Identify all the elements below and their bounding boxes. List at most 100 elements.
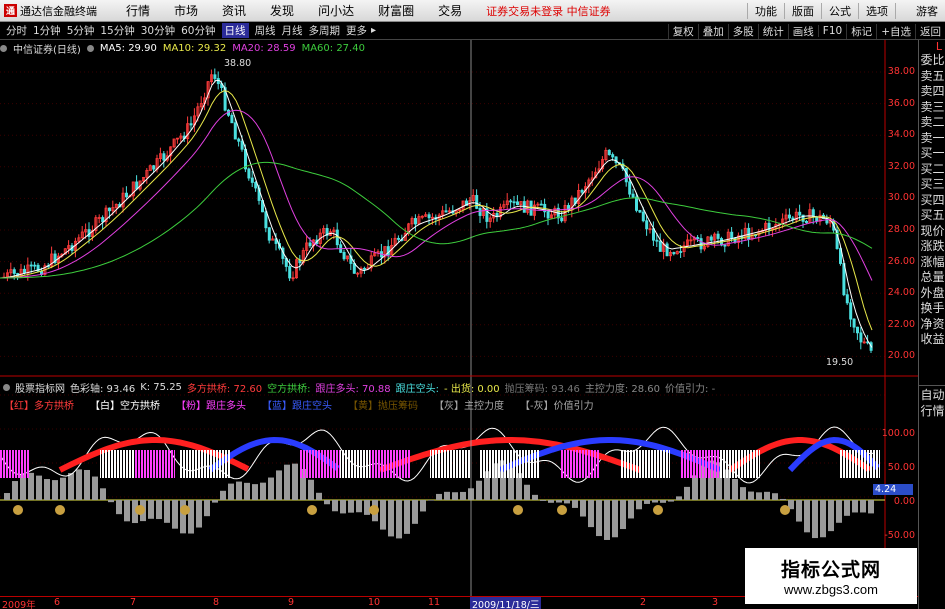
period-more[interactable]: 更多: [346, 23, 367, 38]
candle: [757, 228, 761, 242]
candle: [125, 186, 129, 199]
panel-item[interactable]: 换手: [919, 301, 945, 317]
panel-item[interactable]: 外盘: [919, 286, 945, 302]
menu-market[interactable]: 市场: [174, 2, 198, 19]
legend-white: 【白】空方拱桥: [90, 401, 160, 412]
menu-news[interactable]: 资讯: [222, 2, 246, 19]
period-60min[interactable]: 60分钟: [181, 23, 215, 38]
control-bar: [460, 491, 466, 500]
control-bar: [436, 493, 442, 500]
candle: [182, 131, 186, 142]
price-chart[interactable]: [0, 40, 918, 596]
period-tick[interactable]: 分时: [6, 23, 27, 38]
period-multi[interactable]: 多周期: [309, 23, 341, 38]
indicator-tick-label: -50.00: [884, 530, 915, 541]
menu-layout[interactable]: 版面: [784, 3, 821, 19]
panel-item[interactable]: 现价: [919, 224, 945, 240]
login-status[interactable]: 证券交易未登录 中信证券: [486, 3, 611, 19]
menu-function[interactable]: 功能: [747, 3, 784, 19]
period-monthly[interactable]: 月线: [282, 23, 303, 38]
btn-draw-line[interactable]: 画线: [787, 23, 818, 39]
control-bar: [604, 500, 610, 540]
panel-quote[interactable]: 行情: [919, 404, 945, 420]
menu-trade[interactable]: 交易: [438, 2, 462, 19]
candle: [53, 250, 57, 265]
settings-dot-icon[interactable]: [0, 44, 7, 52]
period-1min[interactable]: 1分钟: [33, 23, 61, 38]
period-30min[interactable]: 30分钟: [141, 23, 175, 38]
btn-add-watchlist[interactable]: +自选: [876, 23, 915, 39]
price-tick-label: 24.00: [887, 287, 915, 299]
panel-item[interactable]: 卖一: [919, 131, 945, 147]
candle: [852, 318, 856, 333]
candle: [328, 228, 332, 237]
legend-pink: 【粉】跟庄多头: [176, 401, 246, 412]
candle: [747, 223, 751, 247]
period-5min[interactable]: 5分钟: [67, 23, 95, 38]
panel-item[interactable]: 委比: [919, 53, 945, 69]
candle: [505, 193, 509, 210]
menu-guest[interactable]: 游客: [895, 3, 945, 19]
panel-item[interactable]: 买四: [919, 193, 945, 209]
btn-mark[interactable]: 标记: [846, 23, 876, 39]
menu-quotes[interactable]: 行情: [126, 2, 150, 19]
coin-marker: [180, 505, 190, 515]
control-bar: [660, 500, 666, 503]
candle: [475, 189, 479, 210]
panel-item[interactable]: 卖二: [919, 115, 945, 131]
menu-ask[interactable]: 问小达: [318, 2, 354, 19]
candle: [556, 203, 560, 225]
xaxis-label: 6: [54, 597, 61, 608]
candle: [488, 214, 492, 228]
control-bar: [668, 500, 674, 502]
panel-item[interactable]: 收益: [919, 332, 945, 348]
ind-field4: 空方拱桥:: [267, 383, 311, 395]
panel-item[interactable]: 卖三: [919, 100, 945, 116]
candle: [339, 241, 343, 254]
control-bar: [212, 500, 218, 503]
ind-field9: 主控力度: 28.60: [584, 383, 661, 395]
panel-item[interactable]: 买三: [919, 177, 945, 193]
panel-item[interactable]: 买一: [919, 146, 945, 162]
menu-options[interactable]: 选项: [858, 3, 895, 19]
period-weekly[interactable]: 周线: [255, 23, 276, 38]
candle: [706, 235, 710, 248]
panel-auto[interactable]: 自动: [919, 388, 945, 404]
btn-statistics[interactable]: 统计: [757, 23, 788, 39]
ma-toggle-icon[interactable]: [86, 44, 94, 52]
menu-formula[interactable]: 公式: [821, 3, 858, 19]
menu-bar: 通 通达信金融终端 行情 市场 资讯 发现 问小达 财富圈 交易 证券交易未登录…: [0, 0, 945, 22]
panel-item[interactable]: 卖四: [919, 84, 945, 100]
candle: [172, 138, 176, 149]
btn-multi-stock[interactable]: 多股: [727, 23, 758, 39]
stock-name[interactable]: 中信证券(日线): [13, 41, 81, 56]
control-bar: [308, 479, 314, 500]
menu-discover[interactable]: 发现: [270, 2, 294, 19]
btn-f10[interactable]: F10: [817, 25, 846, 37]
candle: [121, 187, 125, 213]
btn-restore-rights[interactable]: 复权: [667, 23, 698, 39]
indicator-settings-icon[interactable]: [3, 383, 10, 391]
control-bar: [452, 492, 458, 500]
panel-item[interactable]: 涨幅: [919, 255, 945, 271]
indicator-name[interactable]: 股票指标网: [15, 380, 65, 395]
panel-item[interactable]: 买二: [919, 162, 945, 178]
more-arrow-icon[interactable]: ▸: [371, 25, 376, 36]
period-daily[interactable]: 日线: [221, 23, 249, 38]
period-15min[interactable]: 15分钟: [100, 23, 134, 38]
panel-item[interactable]: 总量: [919, 270, 945, 286]
menu-wealth[interactable]: 财富圈: [378, 2, 414, 19]
control-bar: [548, 500, 554, 503]
panel-item[interactable]: 买五: [919, 208, 945, 224]
panel-item[interactable]: 卖五: [919, 69, 945, 85]
panel-item[interactable]: 涨跌: [919, 239, 945, 255]
candle: [665, 241, 669, 257]
coin-marker: [780, 505, 790, 515]
coin-marker: [13, 505, 23, 515]
btn-overlay[interactable]: 叠加: [697, 23, 728, 39]
candle: [267, 226, 271, 244]
btn-back[interactable]: 返回: [915, 23, 945, 39]
control-bar: [676, 496, 682, 500]
panel-item[interactable]: 净资: [919, 317, 945, 333]
candle: [33, 261, 37, 270]
